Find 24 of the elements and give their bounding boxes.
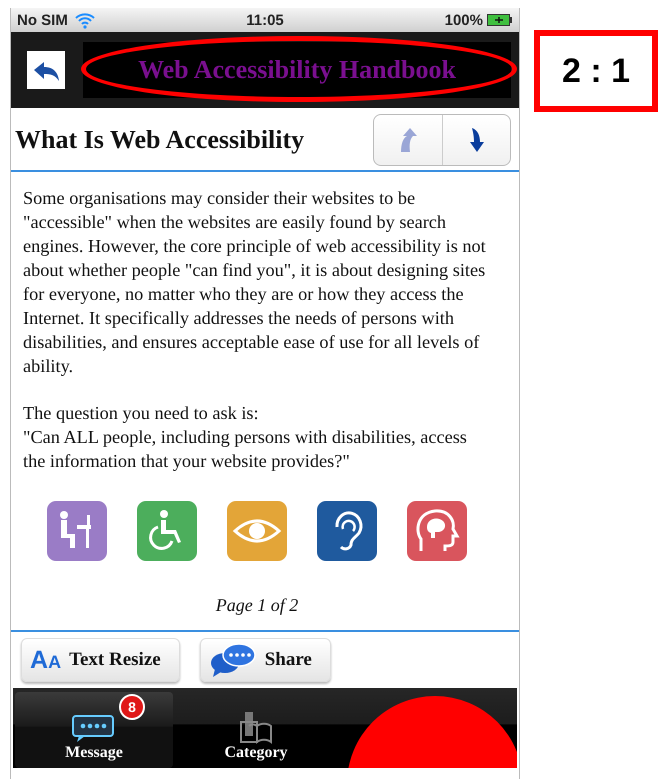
carrier-label: No SIM [17,12,68,28]
ear-icon [317,501,377,561]
eye-icon [227,501,287,561]
app-title: Web Accessibility Handbook [138,55,456,85]
tab-bar-item[interactable]: Message 8 [15,692,173,768]
page-indicator: Page 1 of 2 [216,595,298,615]
tab-bar-item[interactable]: Category [177,692,335,768]
page-title: What Is Web Accessibility [15,125,304,155]
battery-icon [486,14,513,26]
desk-person-icon [47,501,107,561]
clock-time: 11:05 [245,12,285,28]
wheelchair-icon [137,501,197,561]
wifi-icon [74,12,96,28]
ratio-label: 2 : 1 [562,52,630,90]
head-icon [407,501,467,561]
text-size-icon: AA [30,648,62,672]
body-paragraph: Some organisations may consider their websites to be "accessible" when the websites are easily found by search engines. However, the core principle of web accessibility is not about whether people "can find you", it is about designing sites for everyone, no matter who they are or how they access the Internet. It specifically addresses the needs of persons with disabilities, and ensures acceptable ease of use for all levels of ability. [23,187,487,378]
battery-percent: 100% [444,12,483,28]
notification-badge: 8 [119,694,145,720]
back-button[interactable] [27,51,65,89]
text-resize-button[interactable]: AA Text Resize [21,638,180,682]
body-paragraph: "Can ALL people, including persons with disabilities, access the information that your website provides?" [23,426,468,473]
body-paragraph: The question you need to ask is: [23,402,260,425]
share-button[interactable]: Share [200,638,331,682]
